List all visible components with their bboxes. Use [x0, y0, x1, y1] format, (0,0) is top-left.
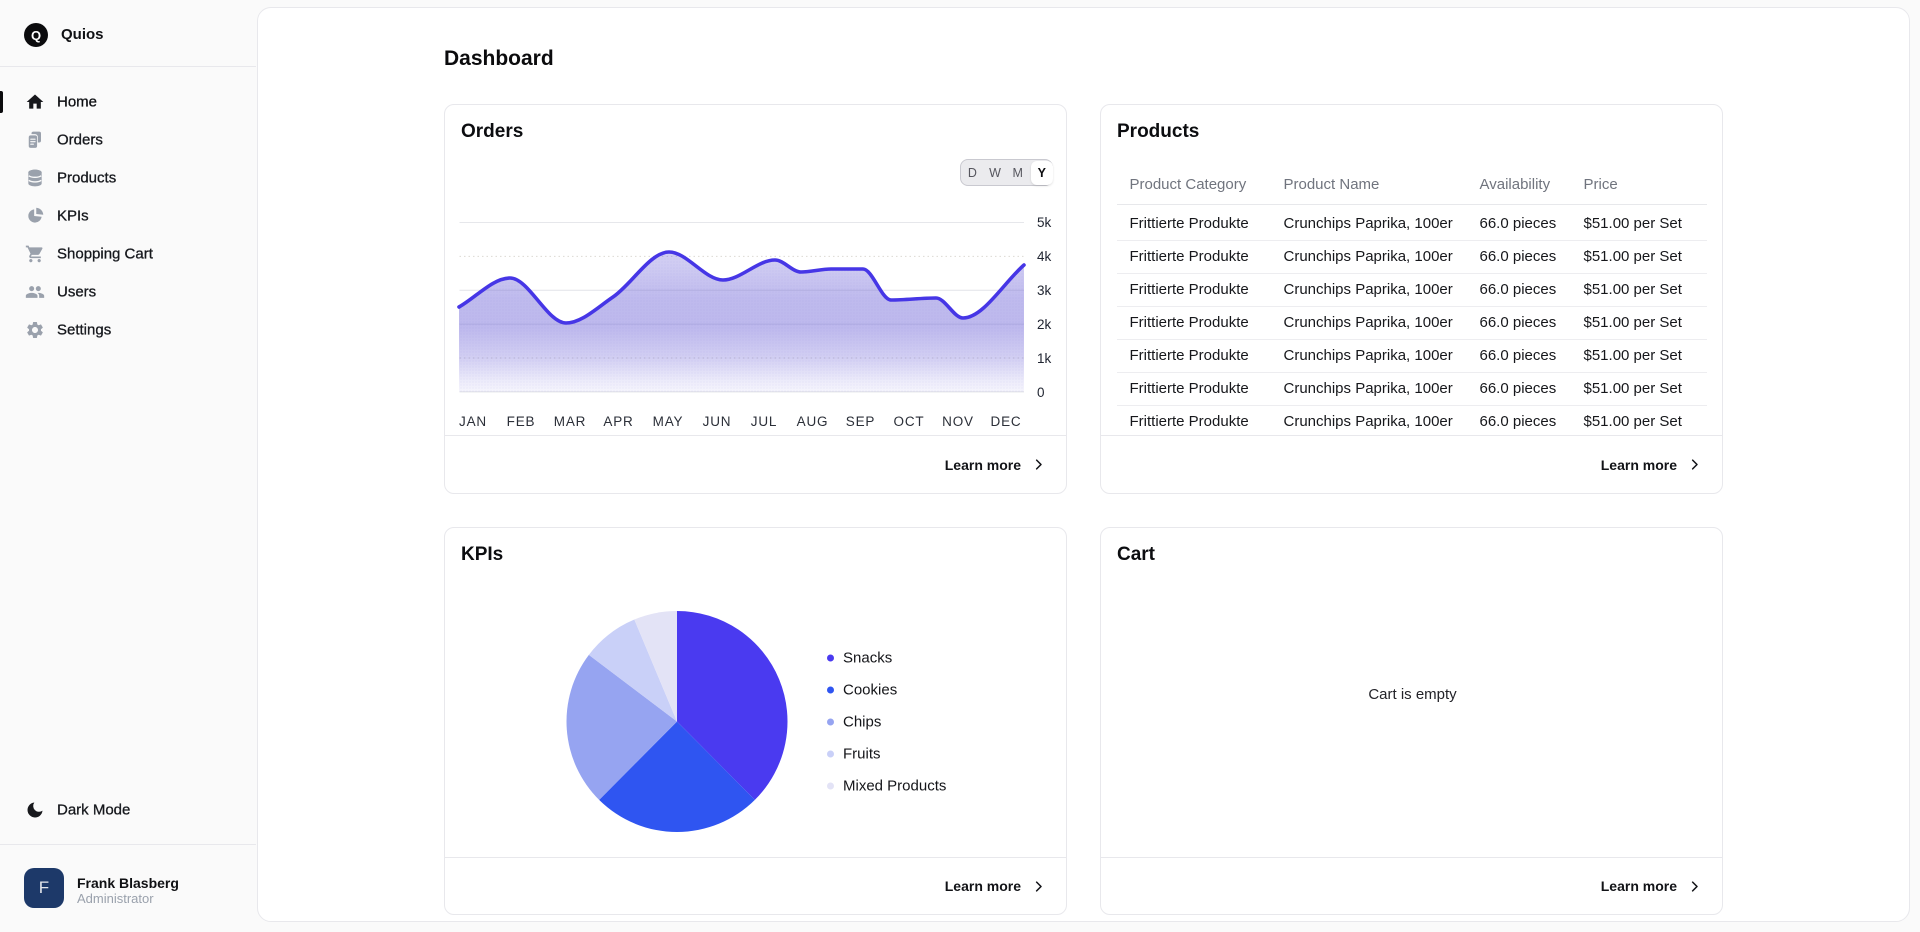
svg-text:FEB: FEB — [507, 414, 536, 429]
svg-text:JUL: JUL — [751, 414, 777, 429]
svg-text:MAY: MAY — [653, 414, 684, 429]
svg-text:JAN: JAN — [459, 414, 487, 429]
svg-text:OCT: OCT — [894, 414, 925, 429]
svg-text:4k: 4k — [1037, 249, 1052, 264]
svg-text:DEC: DEC — [991, 414, 1022, 429]
svg-text:1k: 1k — [1037, 351, 1052, 366]
svg-text:APR: APR — [603, 414, 633, 429]
svg-text:SEP: SEP — [846, 414, 875, 429]
svg-text:2k: 2k — [1037, 317, 1052, 332]
svg-text:3k: 3k — [1037, 283, 1052, 298]
svg-text:JUN: JUN — [703, 414, 732, 429]
svg-text:NOV: NOV — [942, 414, 974, 429]
svg-text:5k: 5k — [1037, 215, 1052, 230]
svg-text:AUG: AUG — [797, 414, 829, 429]
svg-text:0: 0 — [1037, 385, 1045, 400]
svg-text:MAR: MAR — [554, 414, 586, 429]
